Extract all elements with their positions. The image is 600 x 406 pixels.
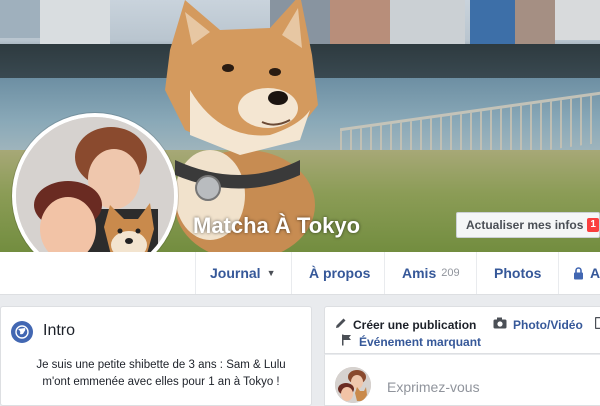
profile-name[interactable]: Matcha À Tokyo [193,213,360,239]
photo-video-label: Photo/Vidéo [513,318,583,332]
life-event-label: Événement marquant [359,335,481,349]
building [515,0,555,50]
building [555,0,600,40]
pencil-icon [335,317,347,332]
status-input[interactable]: Exprimez-vous [387,379,480,395]
tab-label: À propos [309,265,370,281]
post-composer-header: Créer une publication Photo/Vidéo Événem… [324,306,600,354]
globe-icon [11,321,33,343]
building [0,0,40,38]
photo-video-button[interactable]: Photo/Vidéo [493,317,583,332]
create-post-label: Créer une publication [353,318,476,332]
intro-card: Intro Je suis une petite shibette de 3 a… [0,306,312,406]
avatar [335,367,371,403]
update-info-label: Actualiser mes infos [466,218,583,232]
flag-icon [341,334,353,349]
chevron-down-icon: ▼ [267,268,276,278]
intro-bio: Je suis une petite shibette de 3 ans : S… [21,357,301,391]
tab-label: Photos [494,265,541,281]
update-info-button[interactable]: Actualiser mes infos 1 [456,212,600,238]
notification-badge: 1 [587,218,599,232]
lock-icon [573,267,584,280]
profile-nav-bar: Journal ▼ À propos Amis 209 Photos A [0,252,600,295]
friends-count: 209 [441,267,459,279]
tab-archive[interactable]: A [558,252,600,294]
more-options-icon[interactable] [595,317,600,329]
create-post-button[interactable]: Créer une publication [335,317,476,332]
tab-label: A [590,265,600,281]
building [390,0,465,48]
tab-friends[interactable]: Amis 209 [384,252,476,294]
tab-label: Amis [402,265,436,281]
camera-icon [493,317,507,332]
intro-title: Intro [43,322,75,340]
intro-bio-line: Je suis une petite shibette de 3 ans : S… [21,357,301,374]
building [330,0,390,50]
tab-about[interactable]: À propos [291,252,384,294]
post-composer-body[interactable]: Exprimez-vous [324,354,600,406]
tab-journal[interactable]: Journal ▼ [195,252,291,294]
life-event-button[interactable]: Événement marquant [341,334,481,349]
tab-photos[interactable]: Photos [476,252,558,294]
tab-label: Journal [210,265,261,281]
intro-bio-line: m'ont emmenée avec elles pour 1 an à Tok… [21,374,301,391]
